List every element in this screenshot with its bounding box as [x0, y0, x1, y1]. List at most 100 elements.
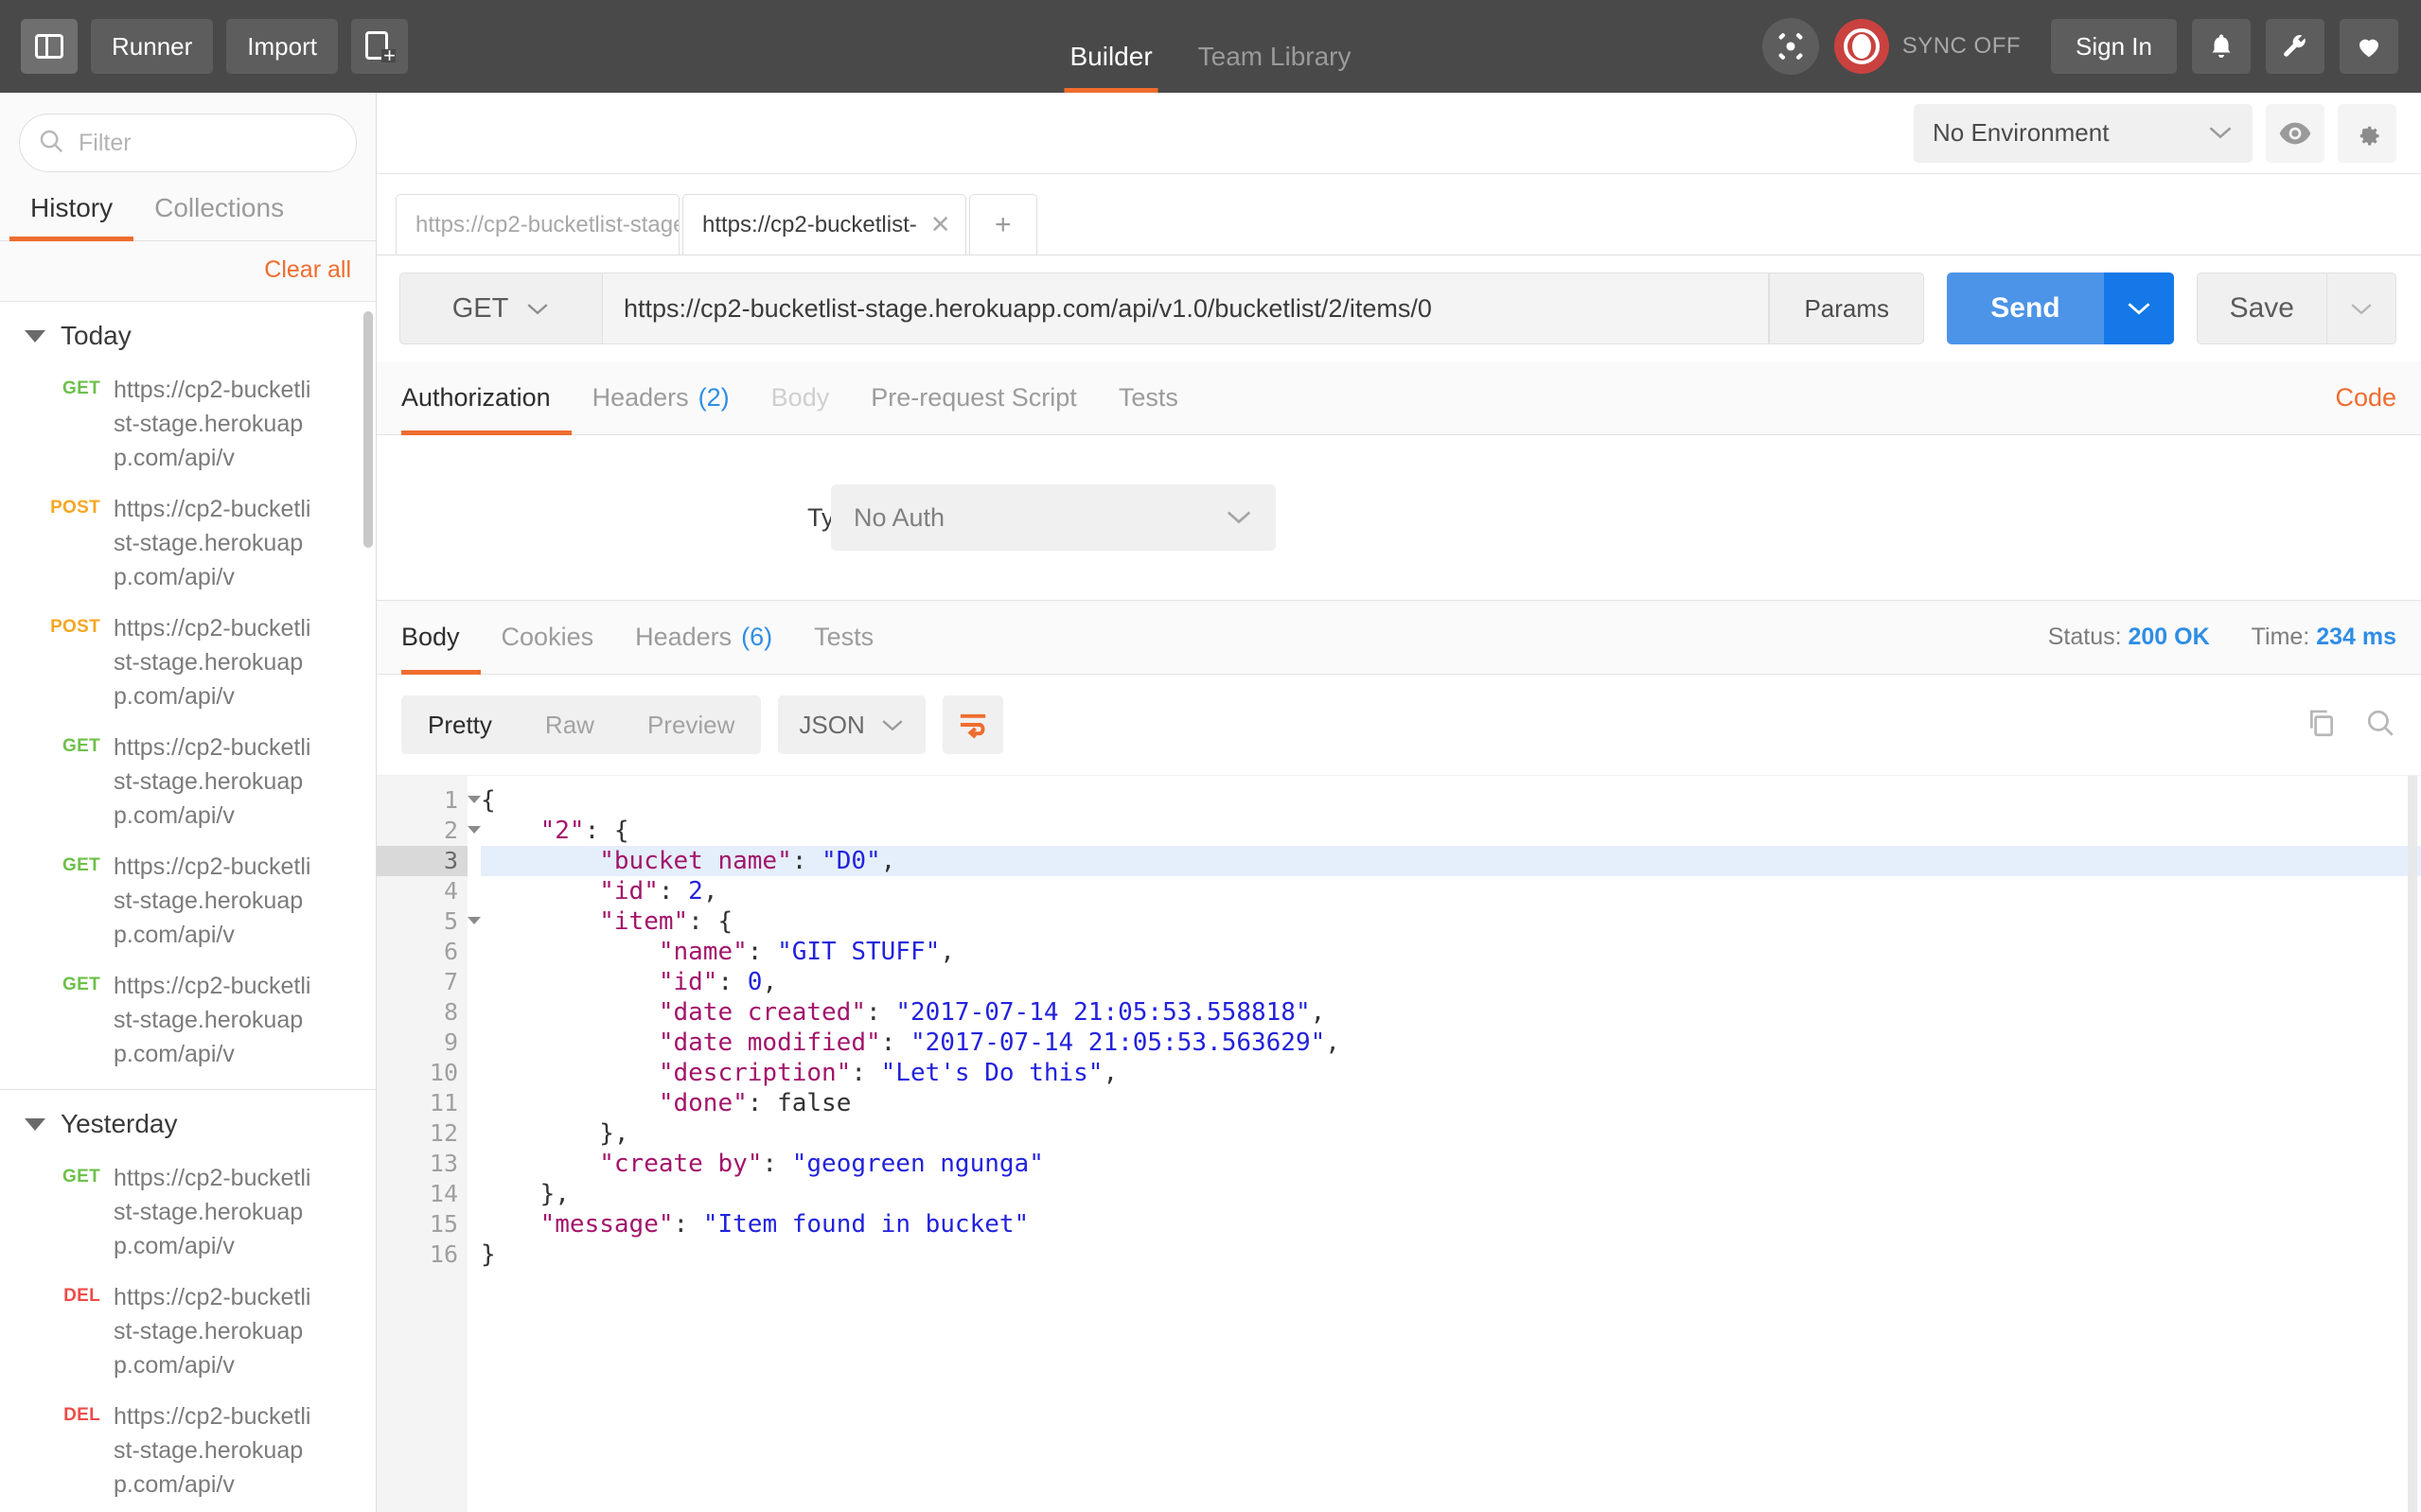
line-number: 3	[377, 846, 468, 876]
line-number: 4	[377, 876, 468, 906]
response-view-modes: Pretty Raw Preview	[401, 695, 761, 754]
response-tab-headers[interactable]: Headers(6)	[614, 601, 793, 675]
save-options-button[interactable]	[2326, 273, 2396, 344]
code-line: "bucket name": "D0",	[481, 846, 2421, 876]
runner-button[interactable]: Runner	[91, 19, 213, 74]
code-link[interactable]: Code	[2335, 383, 2396, 413]
history-list[interactable]: Today GET https://cp2-bucketlist-stage.her…	[0, 302, 376, 1512]
response-tab-body[interactable]: Body	[401, 601, 481, 675]
params-button[interactable]: Params	[1769, 273, 1924, 344]
response-tab-tests[interactable]: Tests	[793, 601, 894, 675]
heart-icon[interactable]	[2340, 19, 2398, 74]
view-mode-pretty[interactable]: Pretty	[401, 695, 519, 754]
tab-label: Cookies	[502, 623, 594, 652]
tab-count: (6)	[741, 623, 772, 652]
tab-team-library[interactable]: Team Library	[1198, 42, 1352, 93]
url-input-wrap[interactable]	[602, 273, 1769, 344]
response-body-viewer[interactable]: 12345678910111213141516 { "2": { "bucket…	[377, 775, 2421, 1512]
sidebar-tab-history[interactable]: History	[9, 185, 133, 240]
tab-count: (2)	[698, 383, 730, 413]
response-format-select[interactable]: JSON	[778, 695, 925, 754]
request-tab-pre-request-script[interactable]: Pre-request Script	[850, 361, 1098, 435]
method-select[interactable]: GET	[399, 273, 602, 344]
line-number: 16	[377, 1239, 468, 1270]
history-item[interactable]: GEThttps://cp2-bucketlist-stage.herokuap…	[0, 364, 376, 483]
line-number: 8	[377, 997, 468, 1028]
search-icon[interactable]	[2364, 707, 2396, 744]
response-section-tabs: Body Cookies Headers(6)Tests Status: 200 O…	[377, 601, 2421, 675]
history-item-url: https://cp2-bucketlist-stage.herokuapp.c…	[114, 850, 317, 952]
filter-box[interactable]	[19, 114, 357, 172]
close-icon[interactable]: ✕	[930, 210, 951, 239]
clear-all-button[interactable]: Clear all	[264, 256, 351, 284]
search-icon	[37, 127, 65, 160]
history-item[interactable]: POSThttps://cp2-bucketlist-stage.herokua…	[0, 483, 376, 603]
chevron-down-icon	[2207, 118, 2234, 148]
history-item-method: GET	[25, 850, 100, 876]
auth-type-select[interactable]: No Auth	[831, 484, 1276, 551]
import-button[interactable]: Import	[226, 19, 338, 74]
copy-icon[interactable]	[2306, 707, 2338, 744]
network-icon[interactable]	[1762, 18, 1819, 75]
line-number: 1	[377, 785, 468, 816]
response-meta: Status: 200 OK Time: 234 ms	[2048, 624, 2396, 651]
code-line: "name": "GIT STUFF",	[481, 937, 2421, 967]
view-mode-raw[interactable]: Raw	[519, 695, 621, 754]
history-group-header[interactable]: Today	[0, 302, 376, 364]
sign-in-button[interactable]: Sign In	[2051, 19, 2177, 74]
save-button[interactable]: Save	[2197, 273, 2326, 344]
environment-select[interactable]: No Environment	[1914, 104, 2253, 163]
request-tab-body[interactable]: Body	[751, 361, 851, 435]
history-item[interactable]: GET https://cp2-bucketlist-stage.herokuap…	[0, 841, 376, 960]
tab-builder[interactable]: Builder	[1069, 42, 1152, 93]
request-tab-authorization[interactable]: Authorization	[401, 361, 572, 435]
eye-icon[interactable]	[2266, 104, 2324, 163]
sync-status[interactable]: SYNC OFF	[1834, 19, 2021, 74]
sidebar-scrollbar[interactable]	[363, 311, 373, 548]
url-input[interactable]	[624, 294, 1747, 324]
add-request-tab-button[interactable]: +	[969, 194, 1037, 255]
response-tab-cookies[interactable]: Cookies	[481, 601, 615, 675]
request-tab-headers[interactable]: Headers(2)	[572, 361, 751, 435]
save-group: Save	[2197, 273, 2396, 344]
gear-icon[interactable]	[2338, 104, 2396, 163]
request-tab-tests[interactable]: Tests	[1098, 361, 1199, 435]
view-mode-preview[interactable]: Preview	[621, 695, 761, 754]
time-label: Time:	[2252, 624, 2310, 650]
code-line: "item": {	[481, 906, 2421, 937]
new-window-icon: +	[365, 31, 394, 62]
history-item[interactable]: GEThttps://cp2-bucketlist-stage.herokuap…	[0, 960, 376, 1080]
bell-icon[interactable]	[2192, 19, 2251, 74]
code-line: "done": false	[481, 1088, 2421, 1118]
clear-all-row: Clear all	[0, 241, 376, 302]
tab-label: Body	[771, 383, 830, 413]
response-body-code[interactable]: { "2": { "bucket name": "D0", "id": 2, "…	[468, 776, 2421, 1512]
send-group: Send	[1947, 273, 2173, 344]
response-scrollbar[interactable]	[2408, 776, 2417, 1512]
send-button[interactable]: Send	[1947, 273, 2103, 344]
send-options-button[interactable]	[2104, 273, 2174, 344]
filter-input[interactable]	[79, 130, 339, 157]
history-item[interactable]: POSThttps://cp2-bucketlist-stage.herokua…	[0, 603, 376, 722]
history-item[interactable]: GEThttps://cp2-bucketlist-stage.herokuap…	[0, 722, 376, 841]
request-tab-1-label: https://cp2-bucketlist-stage.	[415, 212, 680, 238]
app-body: History Collections Clear all Today GET ht…	[0, 93, 2421, 1512]
history-item-method: GET	[25, 969, 100, 995]
sidebar-tab-collections[interactable]: Collections	[133, 185, 305, 240]
wrench-icon[interactable]	[2266, 19, 2324, 74]
history-item[interactable]: DELhttps://cp2-bucketlist-stage.herokuap…	[0, 1272, 376, 1391]
history-item-method: GET	[25, 730, 100, 757]
history-item[interactable]: DELhttps://cp2-bucketlist-stage.herokuap…	[0, 1391, 376, 1510]
new-window-button[interactable]: +	[351, 19, 408, 74]
history-item[interactable]: GEThttps://cp2-bucketlist-stage.herokuap…	[0, 1152, 376, 1272]
word-wrap-icon[interactable]	[943, 695, 1003, 754]
history-item-method: DEL	[25, 1280, 100, 1307]
sidebar-toggle-button[interactable]	[21, 19, 78, 74]
sidebar: History Collections Clear all Today GET ht…	[0, 93, 377, 1512]
line-number: 13	[377, 1149, 468, 1179]
history-group-header[interactable]: Yesterday	[0, 1090, 376, 1152]
request-tab-1[interactable]: https://cp2-bucketlist-stage.	[396, 194, 680, 255]
code-line: "message": "Item found in bucket"	[481, 1209, 2421, 1239]
header-right-actions: SYNC OFF Sign In	[1762, 18, 2421, 75]
request-tab-2[interactable]: https://cp2-bucketlist- ✕	[682, 194, 966, 255]
